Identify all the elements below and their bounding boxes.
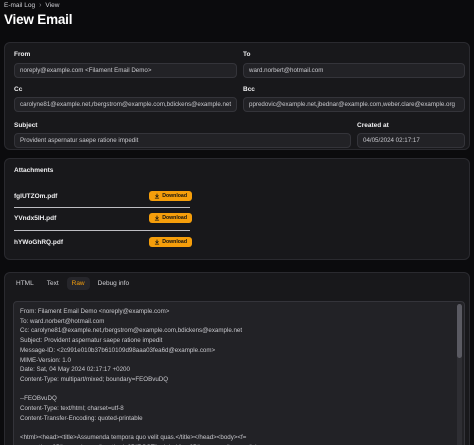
bcc-label: Bcc [243,86,255,93]
attachment-row: YVndx5IH.pdf Download [14,210,192,226]
download-button[interactable]: Download [149,237,192,247]
breadcrumb-current: View [45,2,60,9]
subject-field[interactable]: Provident aspernatur saepe ratione imped… [14,133,351,148]
email-details-card: From noreply@example.com <Filament Email… [4,42,470,150]
tab-debug-info[interactable]: Debug info [93,277,134,290]
cc-field[interactable]: carolyne81@example.net,rbergstrom@exampl… [14,97,237,112]
divider [14,230,190,231]
download-icon [155,193,160,199]
attachment-name: YVndx5IH.pdf [14,214,57,222]
raw-line: Content-Type: text/html; charset=utf-8 [20,405,124,412]
breadcrumb-parent-link[interactable]: E-mail Log [4,2,35,9]
raw-line: --FEOBvuDQ [20,395,57,403]
raw-line: Content-Transfer-Encoding: quoted-printa… [20,414,143,422]
scrollbar[interactable] [457,304,462,445]
raw-line: <html><head><title>Assumenda tempora quo… [20,434,247,442]
download-button[interactable]: Download [149,191,192,201]
attachments-title: Attachments [14,167,54,174]
attachment-row: hYWoGhRQ.pdf Download [14,234,192,250]
raw-line: Date: Sat, 04 May 2024 02:17:17 +0200 [20,366,130,374]
subject-label: Subject [14,122,38,129]
tab-text[interactable]: Text [42,277,64,290]
raw-line: MIME-Version: 1.0 [20,356,71,364]
download-label: Download [162,239,187,245]
cc-label: Cc [14,86,23,93]
divider [14,207,190,208]
raw-line: Content-Type: multipart/mixed; boundary=… [20,375,169,383]
attachments-card: Attachments fgIUTZOm.pdf Download YVndx5… [4,158,470,260]
attachment-name: hYWoGhRQ.pdf [14,238,63,246]
from-field[interactable]: noreply@example.com <Filament Email Demo… [14,63,237,78]
raw-line: Message-ID: <2c991e010b37b610109d98aaa03… [20,346,216,354]
raw-email-textarea[interactable]: From: Filament Email Demo <noreply@examp… [13,301,465,445]
download-label: Download [162,193,187,199]
breadcrumb-separator-icon: › [39,2,42,9]
raw-line: Subject: Provident aspernatur saepe rati… [20,337,163,345]
download-icon [155,239,160,245]
attachment-name: fgIUTZOm.pdf [14,192,58,200]
created-at-field[interactable]: 04/05/2024 02:17:17 [357,133,465,148]
to-field[interactable]: ward.norbert@hotmail.com [243,63,465,78]
content-tabs-card: HTML Text Raw Debug info From: Filament … [4,272,470,445]
to-label: To [243,51,251,58]
page-title: View Email [4,12,73,27]
download-label: Download [162,215,187,221]
download-button[interactable]: Download [149,213,192,223]
tab-bar: HTML Text Raw Debug info [11,277,134,290]
raw-line: Cc: carolyne81@example.net,rbergstrom@ex… [20,327,243,335]
breadcrumb: E-mail Log › View [4,2,59,9]
scrollbar-thumb[interactable] [457,304,462,358]
bcc-field[interactable]: ppredovic@example.net,jbednar@example.co… [243,97,465,112]
download-icon [155,215,160,221]
attachment-row: fgIUTZOm.pdf Download [14,188,192,204]
from-label: From [14,51,31,58]
tab-html[interactable]: HTML [11,277,39,290]
raw-line: From: Filament Email Demo <noreply@examp… [20,308,170,315]
created-at-label: Created at [357,122,389,129]
tab-raw[interactable]: Raw [66,277,90,290]
raw-line: To: ward.norbert@hotmail.com [20,317,105,325]
